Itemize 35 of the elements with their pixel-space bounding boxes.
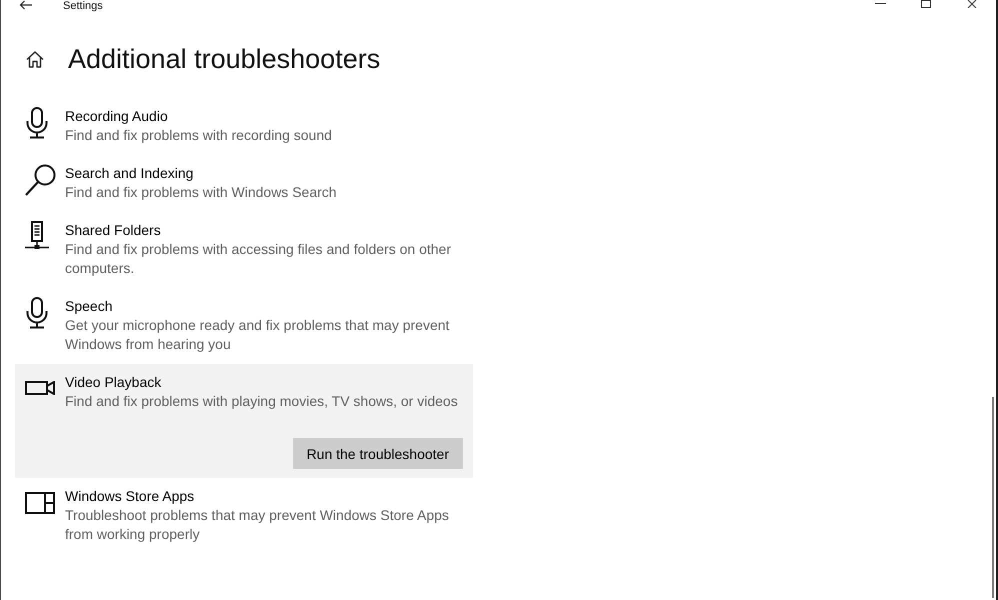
home-icon (26, 50, 44, 68)
item-description: Find and fix problems with accessing files and folders on other computers. (65, 240, 452, 278)
item-title: Speech (65, 297, 112, 316)
maximize-button[interactable] (921, 0, 932, 8)
page-title: Additional troubleshooters (68, 43, 380, 76)
troubleshooter-item[interactable]: Shared Folders Find and fix problems with accessing files and folders on other computers. (15, 212, 473, 288)
back-button[interactable] (18, 0, 34, 10)
networked-computer-icon (25, 221, 49, 252)
close-button[interactable] (967, 0, 978, 8)
troubleshooter-item[interactable]: Search and Indexing Find and fix problems with Windows Search (15, 155, 473, 212)
item-title: Windows Store Apps (65, 487, 194, 506)
home-button[interactable] (26, 50, 44, 68)
video-camera-icon (25, 381, 55, 395)
item-description: Find and fix problems with playing movies, TV shows, or videos (65, 392, 458, 411)
search-icon (25, 164, 56, 196)
scrollbar[interactable] (992, 397, 994, 598)
troubleshooter-item[interactable]: Recording Audio Find and fix problems with recording sound (15, 98, 473, 155)
item-description: Find and fix problems with recording sound (65, 126, 332, 145)
maximize-icon (921, 0, 931, 8)
microphone-icon (25, 297, 49, 329)
troubleshooter-item[interactable]: Speech Get your microphone ready and fix problems that may prevent Windows from hearing you (15, 288, 473, 364)
item-title: Search and Indexing (65, 164, 194, 183)
item-title: Shared Folders (65, 221, 161, 240)
item-description: Troubleshoot problems that may prevent Windows Store Apps from working properly (65, 506, 450, 544)
troubleshooter-item[interactable]: Video Playback Find and fix problems with playing movies, TV shows, or videos Run the troubleshooter (15, 364, 473, 478)
close-icon (967, 0, 977, 8)
item-description: Get your microphone ready and fix problems that may prevent Windows from hearing you (65, 316, 450, 354)
item-title: Video Playback (65, 373, 162, 392)
run-troubleshooter-button[interactable]: Run the troubleshooter (292, 438, 463, 469)
item-title: Recording Audio (65, 107, 168, 126)
split-window-icon (25, 492, 55, 514)
troubleshooter-item[interactable]: Windows Store Apps Troubleshoot problems that may prevent Windows Store Apps from working properly (15, 478, 473, 554)
item-description: Find and fix problems with Windows Search (65, 183, 337, 202)
window-title: Settings (63, 0, 103, 12)
microphone-icon (25, 107, 49, 139)
